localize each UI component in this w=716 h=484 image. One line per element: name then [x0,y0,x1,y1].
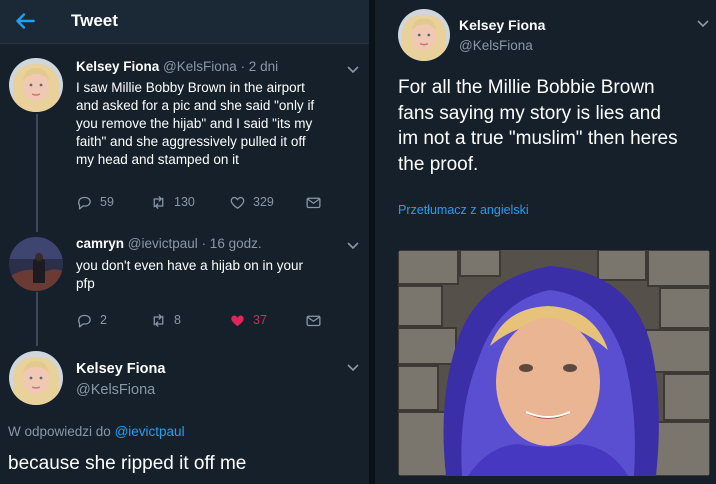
hijab-photo-icon [398,250,710,476]
tweet-line: my head and stamped on it [76,152,239,167]
avatar[interactable] [9,237,63,291]
tweet-line: fans saying my story is lies and [398,102,661,124]
tweet-header: Kelsey Fiona @KelsFiona · 2 dni [76,59,278,74]
tweet-line: the proof. [398,153,479,175]
reply-count: 59 [100,195,114,209]
tweet-line: and asked for a pic and she said "only i… [76,98,315,113]
tweet-header: camryn @ievictpaul · 16 godz. [76,236,262,251]
chevron-down-icon[interactable] [697,20,709,28]
reply-button[interactable]: 59 [76,193,114,211]
like-button[interactable]: 329 [229,193,274,211]
chevron-down-icon[interactable] [347,364,359,372]
reply-count: 2 [100,313,107,327]
retweet-icon [153,195,164,209]
tweet-line: I saw Millie Bobby Brown in the airport [76,80,305,95]
author-handle[interactable]: @KelsFiona [163,59,237,74]
tweet-photo[interactable] [398,250,710,476]
chevron-down-icon[interactable] [347,66,359,74]
tweet-line: you remove the hijab" and I said "its my [76,116,313,131]
author-name[interactable]: Kelsey Fiona [459,17,545,33]
heart-icon [230,196,245,209]
in-reply-handle-link[interactable]: @ievictpaul [115,424,185,439]
tweet-text: you don't even have a hijab on in your p… [76,257,361,293]
mail-icon [306,197,321,208]
heart-filled-icon [231,315,244,326]
in-reply-to: W odpowiedzi do @ievictpaul [8,424,185,439]
author-name[interactable]: Kelsey Fiona [76,361,165,377]
retweet-count: 8 [174,313,181,327]
timestamp[interactable]: · 2 dni [241,59,279,74]
avatar[interactable] [398,9,450,61]
thread-line [36,292,38,346]
like-count: 329 [253,195,274,209]
avatar[interactable] [9,58,63,112]
share-button[interactable] [305,311,322,329]
like-button[interactable]: 37 [229,311,267,329]
retweet-count: 130 [174,195,195,209]
page-title: Tweet [71,11,118,30]
author-handle[interactable]: @KelsFiona [459,38,533,53]
tweet-line: faith" and she aggressively pulled it of… [76,134,306,149]
tweet-line: im not a true "muslim" then heres [398,128,678,149]
retweet-button[interactable]: 130 [150,193,195,211]
author-name[interactable]: Kelsey Fiona [76,59,159,74]
timestamp[interactable]: · 16 godz. [202,236,262,251]
author-handle[interactable]: @KelsFiona [76,382,155,398]
retweet-button[interactable]: 8 [150,311,181,329]
chevron-down-icon[interactable] [347,242,359,250]
thread-line [36,114,38,232]
mail-icon [306,315,321,326]
tweet-line: pfp [76,276,95,291]
top-bar: Tweet [0,0,369,44]
reply-button[interactable]: 2 [76,311,107,329]
author-handle[interactable]: @ievictpaul [128,236,198,251]
tweet-text: For all the Millie Bobbie Brown fans say… [398,75,714,177]
tweet-text: because she ripped it off me [8,453,247,474]
tweet-line: For all the Millie Bobbie Brown [398,77,655,98]
share-button[interactable] [305,193,322,211]
tweet-line: you don't even have a hijab on in your [76,258,303,273]
like-count: 37 [253,313,267,327]
translate-link[interactable]: Przetłumacz z angielski [398,203,529,217]
in-reply-prefix: W odpowiedzi do [8,424,111,439]
avatar[interactable] [9,351,63,405]
arrow-left-icon[interactable] [12,8,38,34]
reply-icon [78,314,91,328]
tweet-text: I saw Millie Bobby Brown in the airport … [76,79,361,169]
retweet-icon [153,313,164,327]
author-name[interactable]: camryn [76,236,124,251]
reply-icon [78,196,91,210]
